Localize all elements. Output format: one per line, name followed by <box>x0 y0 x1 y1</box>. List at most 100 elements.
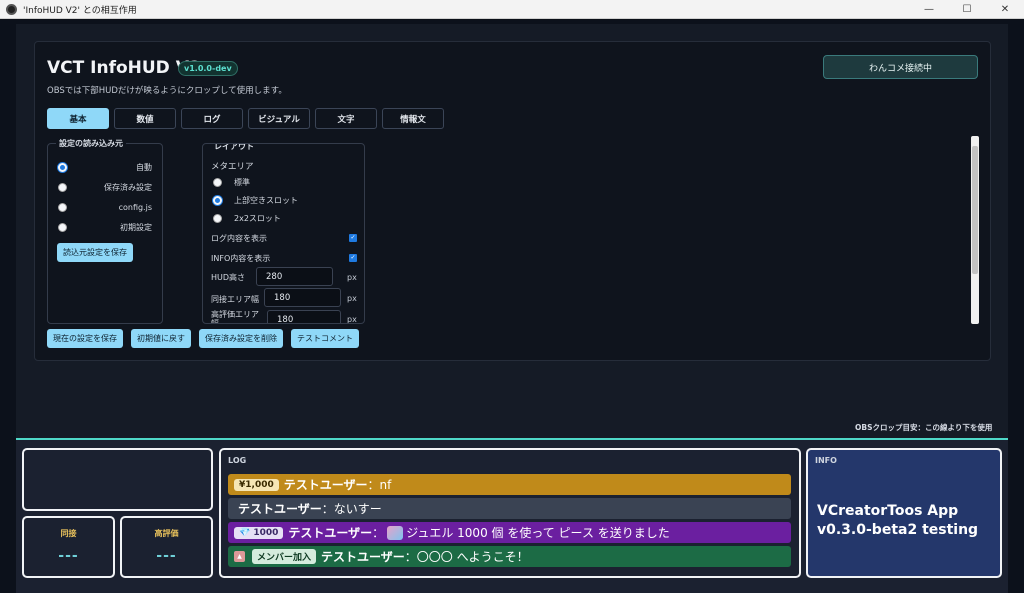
radio-icon <box>213 213 222 223</box>
log-user: テストユーザー <box>321 550 405 564</box>
info-title: INFO <box>815 456 837 465</box>
rating-width-unit: px <box>347 315 357 324</box>
scrollbar-thumb[interactable] <box>972 146 978 274</box>
rating-label: 高評価 <box>154 529 179 538</box>
app-icon <box>6 3 17 15</box>
source-group-legend: 設定の読み込み元 <box>56 138 126 149</box>
meta-option-2x2[interactable]: 2x2スロット <box>213 211 354 225</box>
concurrent-width-input[interactable]: 180 <box>264 288 341 307</box>
log-entry: ▲ メンバー加入 テストユーザー ： 〇〇〇 へようこそ！ <box>228 546 791 567</box>
settings-stage: VCT InfoHUD V2 v1.0.0-dev OBSでは下部HUDだけが映… <box>16 24 1008 438</box>
tab-text[interactable]: 文字 <box>315 108 377 129</box>
member-join-badge: メンバー加入 <box>252 549 317 564</box>
log-sep: ： <box>372 526 385 540</box>
hud-height-input[interactable]: 280 <box>256 267 333 286</box>
minimize-icon[interactable]: — <box>910 0 948 19</box>
window-title: 'InfoHUD V2' との相互作用 <box>23 5 137 16</box>
meta-area-label: メタエリア <box>211 162 254 172</box>
log-sep: ： <box>404 550 417 564</box>
radio-icon <box>58 202 67 212</box>
source-option-label: 初期設定 <box>120 222 152 232</box>
test-comment-button[interactable]: テストコメント <box>291 329 359 348</box>
rating-value: --- <box>156 548 177 564</box>
meta-option-standard[interactable]: 標準 <box>213 175 354 189</box>
log-sep: ： <box>367 478 380 492</box>
window-controls: — ☐ ✕ <box>910 0 1024 19</box>
tab-log[interactable]: ログ <box>181 108 243 129</box>
crop-guide-note: OBSクロップ目安：この線より下を使用 <box>855 423 993 432</box>
diamond-icon: 💎 <box>239 527 254 538</box>
source-option-config[interactable]: config.js <box>58 200 152 214</box>
info-line-1: VCreatorToos App <box>817 503 959 519</box>
source-option-label: config.js <box>118 202 152 212</box>
log-entry: ¥1,000 テストユーザー ： nf <box>228 474 791 495</box>
meta-option-label: 標準 <box>234 177 250 187</box>
log-entry: テストユーザー ： ないすー <box>228 498 791 519</box>
rating-width-label: 高評価エリア幅 <box>211 310 259 324</box>
rating-width-input[interactable]: 180 <box>267 310 341 323</box>
save-current-button[interactable]: 現在の設定を保存 <box>47 329 123 348</box>
radio-icon <box>213 177 222 187</box>
source-option-saved[interactable]: 保存済み設定 <box>58 180 152 194</box>
save-source-button[interactable]: 読込元設定を保存 <box>57 243 133 262</box>
log-entry: 💎 1000 テストユーザー ： ジュエル 1000 個 を使って ピース を送… <box>228 522 791 543</box>
rating-box: 高評価 --- <box>120 516 213 578</box>
info-box: INFO VCreatorToos App v0.3.0-beta2 testi… <box>806 448 1002 578</box>
log-text: ジュエル 1000 個 を使って ピース を送りました <box>406 526 670 540</box>
radio-icon <box>58 222 67 232</box>
log-user: テストユーザー <box>238 502 322 516</box>
reset-default-button[interactable]: 初期値に戻す <box>131 329 191 348</box>
show-log-checkbox[interactable]: ✓ <box>349 234 357 242</box>
app-root: VCT InfoHUD V2 v1.0.0-dev OBSでは下部HUDだけが映… <box>0 20 1024 593</box>
source-option-label: 自動 <box>136 162 152 172</box>
page-subtitle: OBSでは下部HUDだけが映るようにクロップして使用します。 <box>47 86 287 96</box>
log-box: LOG ¥1,000 テストユーザー ： nf テストユーザー ： ないすー 💎… <box>219 448 801 578</box>
concurrent-label: 同接 <box>60 529 77 538</box>
log-user: テストユーザー <box>288 526 373 540</box>
meta-option-top-slot[interactable]: 上部空きスロット <box>213 193 354 207</box>
concurrent-width-unit: px <box>347 294 357 303</box>
show-info-checkbox[interactable]: ✓ <box>349 254 357 262</box>
show-log-label: ログ内容を表示 <box>211 234 267 243</box>
log-user: テストユーザー <box>283 478 368 492</box>
tab-visual[interactable]: ビジュアル <box>248 108 310 129</box>
source-option-auto[interactable]: 自動 <box>58 160 152 174</box>
log-text: 〇〇〇 へようこそ！ <box>416 550 529 564</box>
radio-selected-icon <box>58 162 67 172</box>
tab-numbers[interactable]: 数値 <box>114 108 176 129</box>
maximize-icon[interactable]: ☐ <box>948 0 986 19</box>
concurrent-value: --- <box>58 548 79 564</box>
log-title: LOG <box>228 456 247 465</box>
log-text: ないすー <box>333 502 382 516</box>
layout-group-legend: レイアウト <box>211 144 257 152</box>
source-option-default[interactable]: 初期設定 <box>58 220 152 234</box>
window-titlebar: 'InfoHUD V2' との相互作用 — ☐ ✕ <box>0 0 1024 19</box>
tab-bar: 基本 数値 ログ ビジュアル 文字 情報文 <box>47 108 444 129</box>
gift-image-icon <box>387 525 404 540</box>
info-text: VCreatorToos App v0.3.0-beta2 testing <box>817 502 978 540</box>
version-badge: v1.0.0-dev <box>178 61 238 76</box>
superchat-amount-badge: ¥1,000 <box>234 478 279 491</box>
hud-height-unit: px <box>347 273 357 282</box>
hud-area: 同接 --- 高評価 --- LOG ¥1,000 テストユーザー ： nf テ… <box>16 440 1008 593</box>
concurrent-width-label: 同接エリア幅 <box>211 295 259 304</box>
log-sep: ： <box>321 502 334 516</box>
source-group: 設定の読み込み元 自動 保存済み設定 config.js 初期設定 読込元設定を… <box>47 138 163 324</box>
source-option-label: 保存済み設定 <box>104 182 152 192</box>
member-avatar-icon: ▲ <box>234 551 245 562</box>
settings-panel: VCT InfoHUD V2 v1.0.0-dev OBSでは下部HUDだけが映… <box>34 41 991 361</box>
layout-group: レイアウト メタエリア 標準 上部空きスロット 2x2スロット ログ内容を表示 … <box>202 143 365 324</box>
radio-selected-icon <box>213 195 222 205</box>
close-icon[interactable]: ✕ <box>986 0 1024 19</box>
meta-option-label: 上部空きスロット <box>234 195 298 205</box>
tab-basic[interactable]: 基本 <box>47 108 109 129</box>
delete-saved-button[interactable]: 保存済み設定を削除 <box>199 329 283 348</box>
connection-status-button[interactable]: わんコメ接続中 <box>823 55 978 79</box>
radio-icon <box>58 182 67 192</box>
hud-height-label: HUD高さ <box>211 273 246 282</box>
meta-option-label: 2x2スロット <box>234 213 281 223</box>
meta-slot-top <box>22 448 213 511</box>
tab-info-text[interactable]: 情報文 <box>382 108 444 129</box>
settings-scrollbar[interactable] <box>971 136 979 324</box>
concurrent-box: 同接 --- <box>22 516 115 578</box>
